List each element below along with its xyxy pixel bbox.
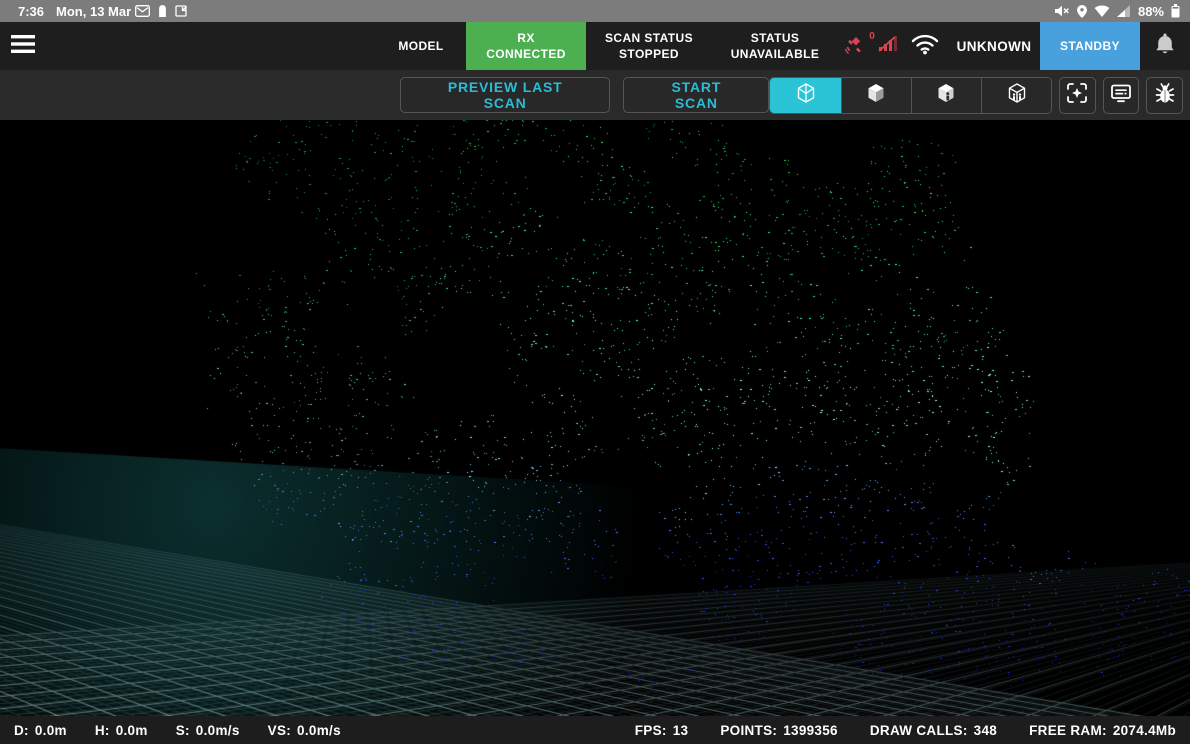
scan-status-value: STOPPED xyxy=(619,46,679,62)
viewport-3d xyxy=(0,120,1190,716)
app-header: MODEL RX CONNECTED SCAN STATUS STOPPED S… xyxy=(0,22,1190,70)
battery-icon xyxy=(1171,4,1180,18)
view-mode-inside-button[interactable] xyxy=(911,78,981,113)
cube-person-icon xyxy=(934,81,958,110)
recenter-view-button[interactable] xyxy=(1059,77,1096,114)
android-status-bar: 7:36 Mon, 13 Mar xyxy=(0,0,1190,22)
model-status-cell: MODEL xyxy=(376,22,466,70)
scan-status-label: SCAN STATUS xyxy=(605,30,693,46)
scan-status-cell: SCAN STATUS STOPPED xyxy=(586,22,712,70)
preview-last-scan-button[interactable]: PREVIEW LAST SCAN xyxy=(400,77,610,113)
display-hud-icon xyxy=(1109,81,1133,110)
rx-status-badge: RX CONNECTED xyxy=(466,22,586,70)
render-stats-group: FPS:13 POINTS:1399356 DRAW CALLS:348 FRE… xyxy=(635,723,1176,738)
bug-icon xyxy=(1154,81,1176,110)
rx-value: CONNECTED xyxy=(486,46,566,62)
hamburger-icon xyxy=(11,35,35,58)
start-scan-button[interactable]: START SCAN xyxy=(623,77,769,113)
debug-button[interactable] xyxy=(1146,77,1183,114)
points-stat: POINTS:1399356 xyxy=(720,723,838,738)
height-stat: H:0.0m xyxy=(95,723,148,738)
mode-standby-button[interactable]: STANDBY xyxy=(1040,22,1140,70)
wifi-connection-cell xyxy=(902,22,948,70)
cube-outline-person-icon xyxy=(1005,81,1029,110)
toolbar: PREVIEW LAST SCAN START SCAN xyxy=(0,70,1190,120)
speed-stat: S:0.0m/s xyxy=(176,723,240,738)
gps-satellite-count: 0 xyxy=(869,31,875,42)
connection-state: UNKNOWN xyxy=(948,22,1040,70)
connection-state-label: UNKNOWN xyxy=(957,39,1032,54)
status-cell: STATUS UNAVAILABLE xyxy=(712,22,838,70)
cell-signal-icon xyxy=(1117,5,1131,17)
satellite-icon xyxy=(843,32,867,61)
clock: 7:36 xyxy=(18,4,44,19)
volume-muted-icon xyxy=(1055,5,1070,17)
draw-calls-stat: DRAW CALLS:348 xyxy=(870,723,997,738)
location-icon xyxy=(1077,5,1087,18)
view-mode-solid-button[interactable] xyxy=(841,78,911,113)
screenshot-icon xyxy=(175,5,188,17)
cube-solid-icon xyxy=(864,81,888,110)
free-ram-stat: FREE RAM:2074.4Mb xyxy=(1029,723,1176,738)
gps-status-cell: 0 xyxy=(838,22,902,70)
hud-display-button[interactable] xyxy=(1103,77,1140,114)
bell-icon xyxy=(1155,32,1175,60)
wifi-connection-icon xyxy=(911,33,939,60)
notifications-button[interactable] xyxy=(1140,22,1190,70)
vpn-key-icon xyxy=(158,5,167,17)
model-label: MODEL xyxy=(398,38,443,54)
vertical-speed-stat: VS:0.0m/s xyxy=(268,723,341,738)
view-mode-wireframe-button[interactable] xyxy=(770,78,840,113)
telemetry-group: D:0.0m H:0.0m S:0.0m/s VS:0.0m/s xyxy=(14,723,341,738)
rx-label: RX xyxy=(517,30,534,46)
view-mode-group xyxy=(769,77,1052,114)
point-cloud-canvas[interactable] xyxy=(0,120,1190,716)
cube-wireframe-icon xyxy=(794,81,818,110)
status-value: UNAVAILABLE xyxy=(731,46,820,62)
no-signal-icon xyxy=(877,34,897,58)
battery-percent: 88% xyxy=(1138,4,1164,19)
bottom-status-bar: D:0.0m H:0.0m S:0.0m/s VS:0.0m/s FPS:13 … xyxy=(0,716,1190,744)
screen: 7:36 Mon, 13 Mar xyxy=(0,0,1190,744)
mode-label: STANDBY xyxy=(1060,38,1120,54)
view-mode-top-button[interactable] xyxy=(981,78,1051,113)
status-label: STATUS xyxy=(751,30,800,46)
focus-target-icon xyxy=(1065,81,1089,110)
gmail-icon xyxy=(135,5,150,17)
menu-button[interactable] xyxy=(0,22,46,70)
fps-stat: FPS:13 xyxy=(635,723,689,738)
wifi-icon xyxy=(1094,5,1110,17)
date: Mon, 13 Mar xyxy=(56,4,131,19)
distance-stat: D:0.0m xyxy=(14,723,67,738)
